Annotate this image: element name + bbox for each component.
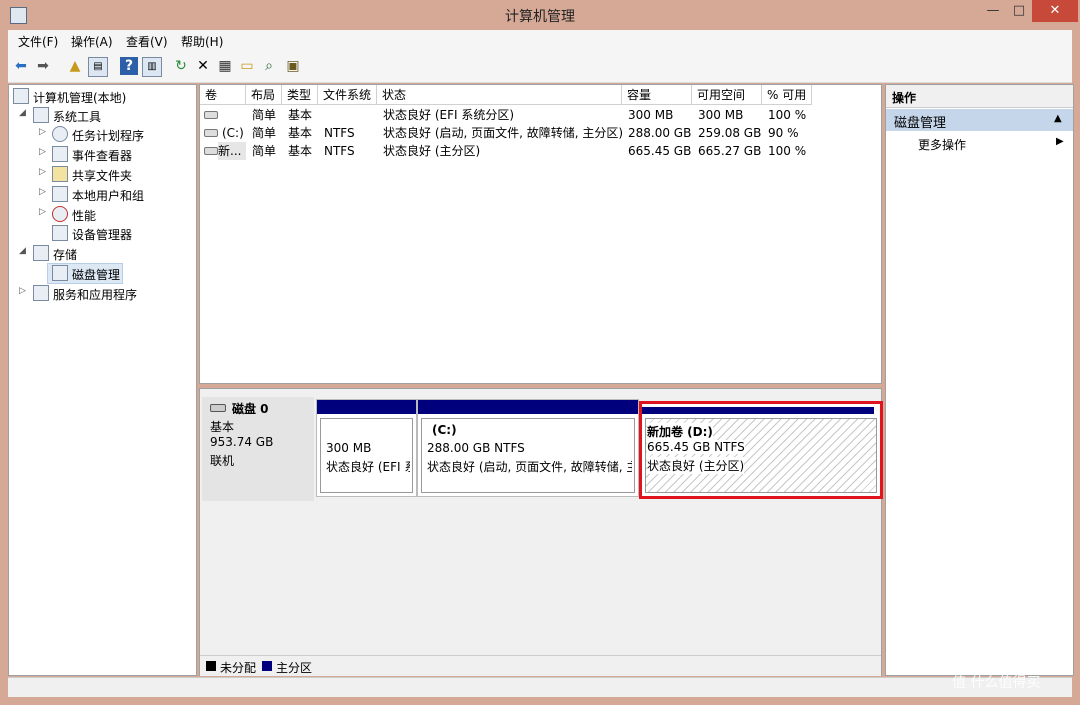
column-header-volume[interactable]: 卷: [200, 85, 246, 105]
shared-folder-icon: [52, 166, 68, 182]
disk-management-icon: [52, 265, 68, 281]
disk-type: 基本: [210, 420, 235, 434]
partition-body-hatched: 新加卷 (D:) 665.45 GB NTFS 状态良好 (主分区): [645, 418, 877, 493]
disk-graphical-view: 磁盘 0 基本 953.74 GB 联机 300 MB 状态良好 (EFI 系 …: [199, 388, 883, 676]
refresh-icon[interactable]: ↻: [172, 57, 190, 75]
unallocated-swatch: [206, 661, 216, 671]
column-header-status[interactable]: 状态: [377, 85, 622, 105]
menu-view[interactable]: 查看(V): [126, 33, 168, 50]
forward-icon[interactable]: ➡: [34, 57, 52, 75]
partition-bar: [317, 400, 416, 414]
drive-icon: [204, 111, 218, 119]
menu-action[interactable]: 操作(A): [71, 33, 113, 50]
actions-section-disk-management[interactable]: 磁盘管理 ▲: [886, 109, 1073, 131]
properties-icon[interactable]: ▦: [216, 57, 234, 75]
column-header-filesystem[interactable]: 文件系统: [318, 85, 377, 105]
collapsed-arrow-icon[interactable]: ▷: [39, 127, 46, 137]
title-bar: 计算机管理 — □ ✕: [0, 0, 1080, 30]
event-viewer-icon: [52, 146, 68, 162]
drive-icon: [204, 129, 218, 137]
tree-item-disk-management[interactable]: 磁盘管理: [47, 263, 123, 284]
search-icon[interactable]: ⌕: [260, 57, 278, 75]
menu-bar: 文件(F) 操作(A) 查看(V) 帮助(H): [8, 30, 1072, 52]
watermark: 值 什么值得买: [952, 675, 1041, 691]
table-row[interactable]: 简单 基本 状态良好 (EFI 系统分区) 300 MB 300 MB 100 …: [200, 106, 879, 124]
expanded-arrow-icon[interactable]: ◢: [19, 246, 26, 256]
collapsed-arrow-icon[interactable]: ▷: [39, 187, 46, 197]
actions-header: 操作: [886, 85, 1073, 108]
column-header-free-space[interactable]: 可用空间: [692, 85, 762, 105]
help-icon[interactable]: ?: [120, 57, 138, 75]
storage-icon: [33, 245, 49, 261]
clock-icon: [52, 126, 68, 142]
disk-icon: [210, 404, 226, 412]
column-header-layout[interactable]: 布局: [246, 85, 282, 105]
tools-icon: [33, 107, 49, 123]
device-manager-icon: [52, 225, 68, 241]
legend: 未分配 主分区: [200, 655, 881, 676]
window-title: 计算机管理: [505, 9, 575, 25]
table-row[interactable]: (C:) 简单 基本 NTFS 状态良好 (启动, 页面文件, 故障转储, 主分…: [200, 124, 879, 142]
show-hide-tree-icon[interactable]: ▤: [88, 57, 108, 77]
partition-d-selected[interactable]: 新加卷 (D:) 665.45 GB NTFS 状态良好 (主分区): [639, 401, 883, 499]
users-icon: [52, 186, 68, 202]
partition-bar: [418, 400, 638, 414]
collapsed-arrow-icon[interactable]: ▷: [39, 147, 46, 157]
column-header-capacity[interactable]: 容量: [622, 85, 692, 105]
partition-bar: [642, 407, 874, 414]
open-folder-icon[interactable]: ▭: [238, 57, 256, 75]
collapse-up-icon[interactable]: ▲: [1054, 113, 1062, 124]
more-actions-item[interactable]: 更多操作 ▶: [886, 133, 1073, 153]
menu-file[interactable]: 文件(F): [18, 33, 58, 50]
actions-pane: 操作 磁盘管理 ▲ 更多操作 ▶: [885, 84, 1074, 676]
computer-icon: [13, 88, 29, 104]
partition-body: (C:) 288.00 GB NTFS 状态良好 (启动, 页面文件, 故障转储…: [421, 418, 635, 493]
legend-primary: 主分区: [276, 661, 313, 675]
column-header-type[interactable]: 类型: [282, 85, 318, 105]
collapsed-arrow-icon[interactable]: ▷: [39, 167, 46, 177]
back-icon[interactable]: ⬅: [12, 57, 30, 75]
up-folder-icon[interactable]: ▲: [66, 57, 84, 75]
primary-swatch: [262, 661, 272, 671]
disk-state: 联机: [210, 454, 235, 468]
partition-c[interactable]: (C:) 288.00 GB NTFS 状态良好 (启动, 页面文件, 故障转储…: [417, 399, 639, 497]
disk-info-panel[interactable]: 磁盘 0 基本 953.74 GB 联机: [202, 397, 314, 501]
partition-efi[interactable]: 300 MB 状态良好 (EFI 系: [316, 399, 417, 497]
maximize-button[interactable]: □: [1006, 0, 1032, 22]
close-button[interactable]: ✕: [1032, 0, 1078, 22]
delete-icon[interactable]: ✕: [194, 57, 212, 75]
collapsed-arrow-icon[interactable]: ▷: [19, 286, 26, 296]
volume-list: 卷 布局 类型 文件系统 状态 容量 可用空间 % 可用 简单 基本 状态良好 …: [199, 84, 882, 384]
expanded-arrow-icon[interactable]: ◢: [19, 108, 26, 118]
partition-body: 300 MB 状态良好 (EFI 系: [320, 418, 413, 493]
drive-icon: [204, 147, 218, 155]
toolbar: ⬅ ➡ ▲ ▤ ? ▥ ↻ ✕ ▦ ▭ ⌕ ▣: [8, 52, 1072, 83]
column-header-percent-free[interactable]: % 可用: [762, 85, 812, 105]
show-hide-action-pane-icon[interactable]: ▥: [142, 57, 162, 77]
table-row[interactable]: 新... 简单 基本 NTFS 状态良好 (主分区) 665.45 GB 665…: [200, 142, 879, 160]
collapsed-arrow-icon[interactable]: ▷: [39, 207, 46, 217]
legend-unallocated: 未分配: [220, 661, 257, 675]
navigation-tree: 计算机管理(本地) ◢ 系统工具 ▷ 任务计划程序 ▷ 事件查看器 ▷ 共享文件…: [8, 84, 197, 676]
submenu-arrow-icon: ▶: [1056, 136, 1064, 147]
services-icon: [33, 285, 49, 301]
disk-size: 953.74 GB: [210, 435, 274, 449]
disk-properties-icon[interactable]: ▣: [284, 57, 302, 75]
disk-name: 磁盘 0: [232, 402, 269, 416]
minimize-button[interactable]: —: [980, 0, 1006, 22]
performance-icon: [52, 206, 68, 222]
status-bar: [8, 677, 1072, 697]
menu-help[interactable]: 帮助(H): [181, 33, 223, 50]
